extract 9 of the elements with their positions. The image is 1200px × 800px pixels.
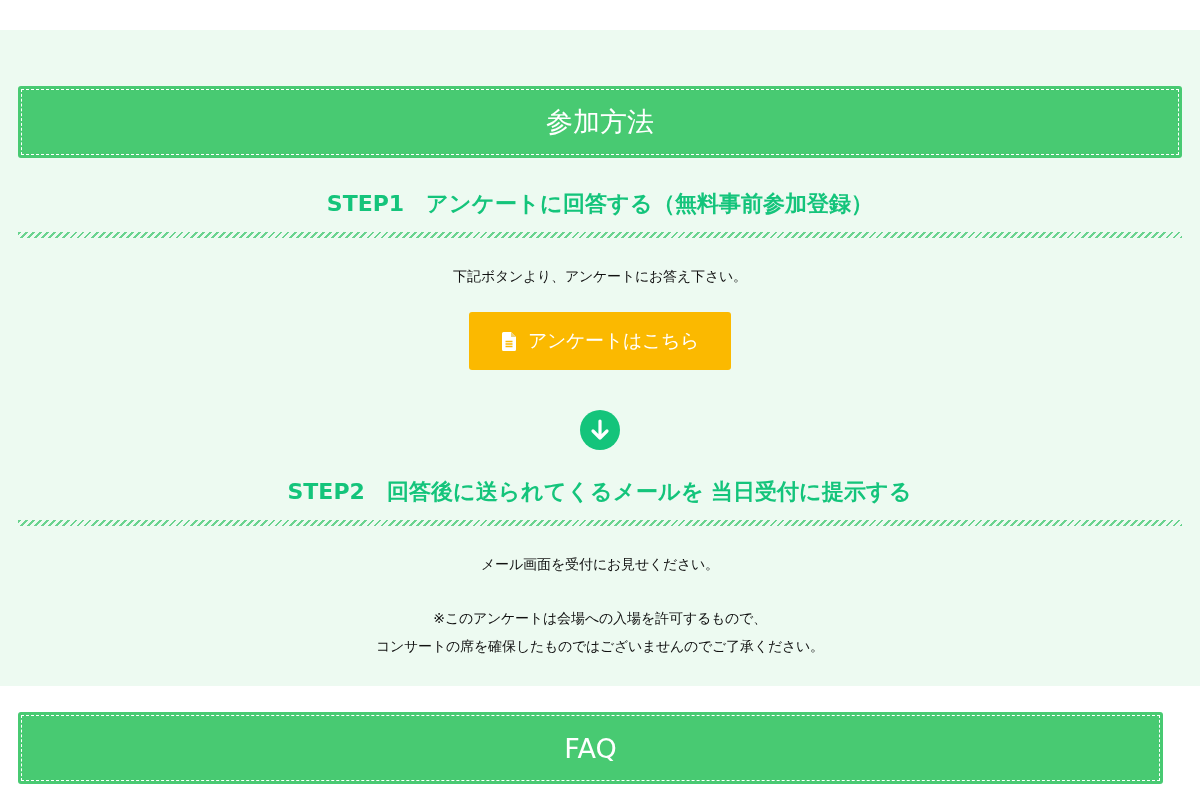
instruction-text: 下記ボタンより、アンケートにお答え下さい。 [452,267,748,286]
note-text: ※このアンケートは会場への入場を許可するもので、 コンサートの席を確保したものではございませんのでご了承ください。 [375,609,825,656]
survey-button[interactable]: アンケートはこちら [469,312,731,370]
step-heading: STEP2 回答後に送られてくるメールを 当日受付に提示する [286,478,914,506]
instruction-text: メール画面を受付にお見せください。 [480,555,720,574]
step-heading: STEP1 アンケートに回答する（無料事前参加登録） [325,190,875,218]
document-icon [501,331,516,351]
section-title: 参加方法 [18,86,1182,158]
faq-title: FAQ [18,712,1163,784]
